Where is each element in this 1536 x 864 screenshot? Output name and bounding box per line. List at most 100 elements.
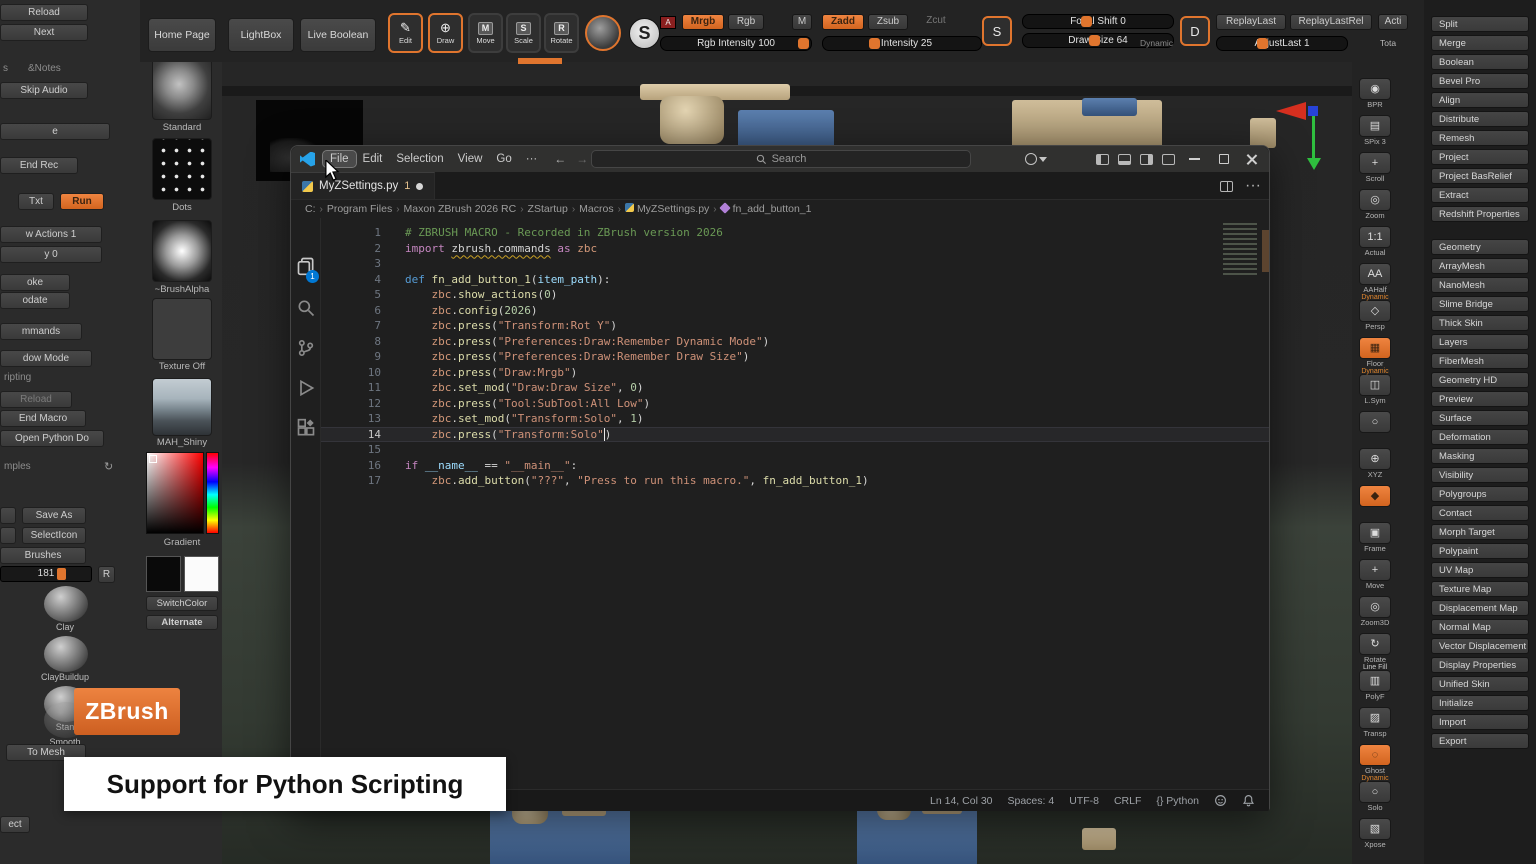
menu-item-redshift-properties[interactable]: Redshift Properties (1431, 206, 1529, 222)
toggle-panel-icon[interactable] (1118, 154, 1131, 165)
search-sidebar-icon[interactable] (296, 298, 316, 318)
shelf-item-aahalf[interactable]: AAAAHalf (1355, 263, 1395, 297)
titlebar[interactable]: FileEditSelectionViewGo··· ← → Search (291, 146, 1269, 172)
end-macro-button[interactable]: End Macro (0, 410, 86, 427)
code-line[interactable]: 7 zbc.press("Transform:Rot Y") (321, 318, 1269, 334)
stroke-falloff-icon[interactable]: S (982, 16, 1012, 46)
zcut-button[interactable]: Zcut (918, 14, 954, 30)
slider-thumb[interactable] (1257, 38, 1268, 49)
code-line[interactable]: 1# ZBRUSH MACRO - Recorded in ZBrush ver… (321, 225, 1269, 241)
code-line[interactable]: 2import zbrush.commands as zbc (321, 241, 1269, 257)
menu-item-contact[interactable]: Contact (1431, 505, 1529, 521)
breadcrumb-item[interactable]: Macros (579, 203, 613, 215)
shelf-item-bpr[interactable]: ◉BPR (1355, 78, 1395, 112)
next-button[interactable]: Next (0, 24, 88, 41)
status-item[interactable]: UTF-8 (1069, 795, 1099, 807)
reload-script-button[interactable]: Reload (0, 391, 72, 408)
select-icon-button[interactable]: SelectIcon (22, 527, 86, 544)
extensions-icon[interactable] (296, 418, 316, 438)
close-icon[interactable] (1246, 153, 1258, 165)
m-button[interactable]: M (792, 14, 812, 30)
rgb-intensity-slider[interactable]: Rgb Intensity 100 (660, 36, 812, 51)
menu-item-vector-displacement[interactable]: Vector Displacement (1431, 638, 1529, 654)
modified-dot-icon[interactable] (416, 183, 423, 190)
end-rec-button[interactable]: End Rec (0, 157, 78, 174)
menu-item-thick-skin[interactable]: Thick Skin (1431, 315, 1529, 331)
shelf-item-solo[interactable]: Dynamic○Solo (1355, 781, 1395, 815)
code-line[interactable]: 4def fn_add_button_1(item_path): (321, 272, 1269, 288)
alpha-thumb[interactable] (152, 220, 212, 282)
code-line[interactable]: 15 (321, 442, 1269, 458)
status-item[interactable]: Spaces: 4 (1008, 795, 1055, 807)
status-item[interactable]: Ln 14, Col 30 (930, 795, 992, 807)
menu-item-extract[interactable]: Extract (1431, 187, 1529, 203)
window-mode-button[interactable]: dow Mode (0, 350, 92, 367)
menu-item-merge[interactable]: Merge (1431, 35, 1529, 51)
menu-item-surface[interactable]: Surface (1431, 410, 1529, 426)
SPix 3-icon[interactable]: ▤ (1359, 115, 1391, 137)
menu-item-arraymesh[interactable]: ArrayMesh (1431, 258, 1529, 274)
menu-item-export[interactable]: Export (1431, 733, 1529, 749)
actions-button-partial[interactable]: Acti (1378, 14, 1408, 30)
commands-button[interactable]: mmands (0, 323, 82, 340)
menu-item-nanomesh[interactable]: NanoMesh (1431, 277, 1529, 293)
replay-last-button[interactable]: ReplayLast (1216, 14, 1286, 30)
shelf-item-frame[interactable]: ▣Frame (1355, 522, 1395, 556)
shelf-item-actual[interactable]: 1:1Actual (1355, 226, 1395, 260)
adjust-last-slider[interactable]: AdjustLast 1 (1216, 36, 1348, 51)
code-line[interactable]: 3 (321, 256, 1269, 272)
z-intensity-slider[interactable]: Z Intensity 25 (822, 36, 982, 51)
Transp-icon[interactable]: ▨ (1359, 707, 1391, 729)
Persp-icon[interactable]: ◇ (1359, 300, 1391, 322)
partial-button[interactable]: e (0, 123, 110, 140)
breadcrumb-item[interactable]: C: (305, 203, 316, 215)
menu-item-project-basrelief[interactable]: Project BasRelief (1431, 168, 1529, 184)
Floor-icon[interactable]: ▦ (1359, 337, 1391, 359)
partial-button[interactable] (0, 527, 16, 544)
skip-audio-button[interactable]: Skip Audio (0, 82, 88, 99)
partial-button[interactable]: oke (0, 274, 70, 291)
menu-item-polygroups[interactable]: Polygroups (1431, 486, 1529, 502)
rotate-tool-button[interactable]: R Rotate (544, 13, 579, 53)
menu-item-slime-bridge[interactable]: Slime Bridge (1431, 296, 1529, 312)
menu-edit[interactable]: Edit (356, 151, 390, 167)
menu-item-deformation[interactable]: Deformation (1431, 429, 1529, 445)
brush-clay-thumb[interactable] (44, 586, 88, 622)
menu-item-boolean[interactable]: Boolean (1431, 54, 1529, 70)
nav-forward-icon[interactable]: → (576, 152, 588, 166)
shelf-item-scroll[interactable]: +Scroll (1355, 152, 1395, 186)
code-line[interactable]: 5 zbc.show_actions(0) (321, 287, 1269, 303)
menu-selection[interactable]: Selection (389, 151, 450, 167)
r-button[interactable]: R (98, 566, 115, 583)
menu-item-import[interactable]: Import (1431, 714, 1529, 730)
tab-myzsettings[interactable]: MyZSettings.py 1 (291, 172, 435, 199)
dots-stroke-icon[interactable]: D (1180, 16, 1210, 46)
shelf-item-unlabeled[interactable]: ◆ (1355, 485, 1395, 519)
shelf-item-zoom[interactable]: ◎Zoom (1355, 189, 1395, 223)
shelf-item-spix3[interactable]: ▤SPix 3 (1355, 115, 1395, 149)
Actual-icon[interactable]: 1:1 (1359, 226, 1391, 248)
notifications-bell-icon[interactable] (1242, 794, 1255, 807)
Solo-icon[interactable]: ○ (1359, 781, 1391, 803)
BPR-icon[interactable]: ◉ (1359, 78, 1391, 100)
shelf-item-unlabeled[interactable]: ○ (1355, 411, 1395, 445)
status-item[interactable]: {} Python (1156, 795, 1199, 807)
Ghost-icon[interactable]: ◌ (1359, 744, 1391, 766)
status-item[interactable]: CRLF (1114, 795, 1141, 807)
stroke-thumb[interactable] (152, 138, 212, 200)
partial-button[interactable]: odate (0, 292, 70, 309)
brush-claybuildup-thumb[interactable] (44, 636, 88, 672)
XYZ-icon[interactable]: ⊕ (1359, 448, 1391, 470)
code-line[interactable]: 10 zbc.press("Draw:Mrgb") (321, 365, 1269, 381)
menu-item-normal-map[interactable]: Normal Map (1431, 619, 1529, 635)
breadcrumb-item[interactable]: Program Files (327, 203, 392, 215)
menu-[interactable]: ··· (519, 151, 545, 167)
toggle-sidebar-icon[interactable] (1096, 154, 1109, 165)
shelf-item-rotate[interactable]: ↻Rotate (1355, 633, 1395, 667)
partial-button[interactable] (0, 507, 16, 524)
menu-item-morph-target[interactable]: Morph Target (1431, 524, 1529, 540)
code-line[interactable]: 13 zbc.set_mod("Transform:Solo", 1) (321, 411, 1269, 427)
shelf-icon[interactable]: ○ (1359, 411, 1391, 433)
switch-color-button[interactable]: SwitchColor (146, 596, 218, 611)
run-debug-icon[interactable] (296, 378, 316, 398)
